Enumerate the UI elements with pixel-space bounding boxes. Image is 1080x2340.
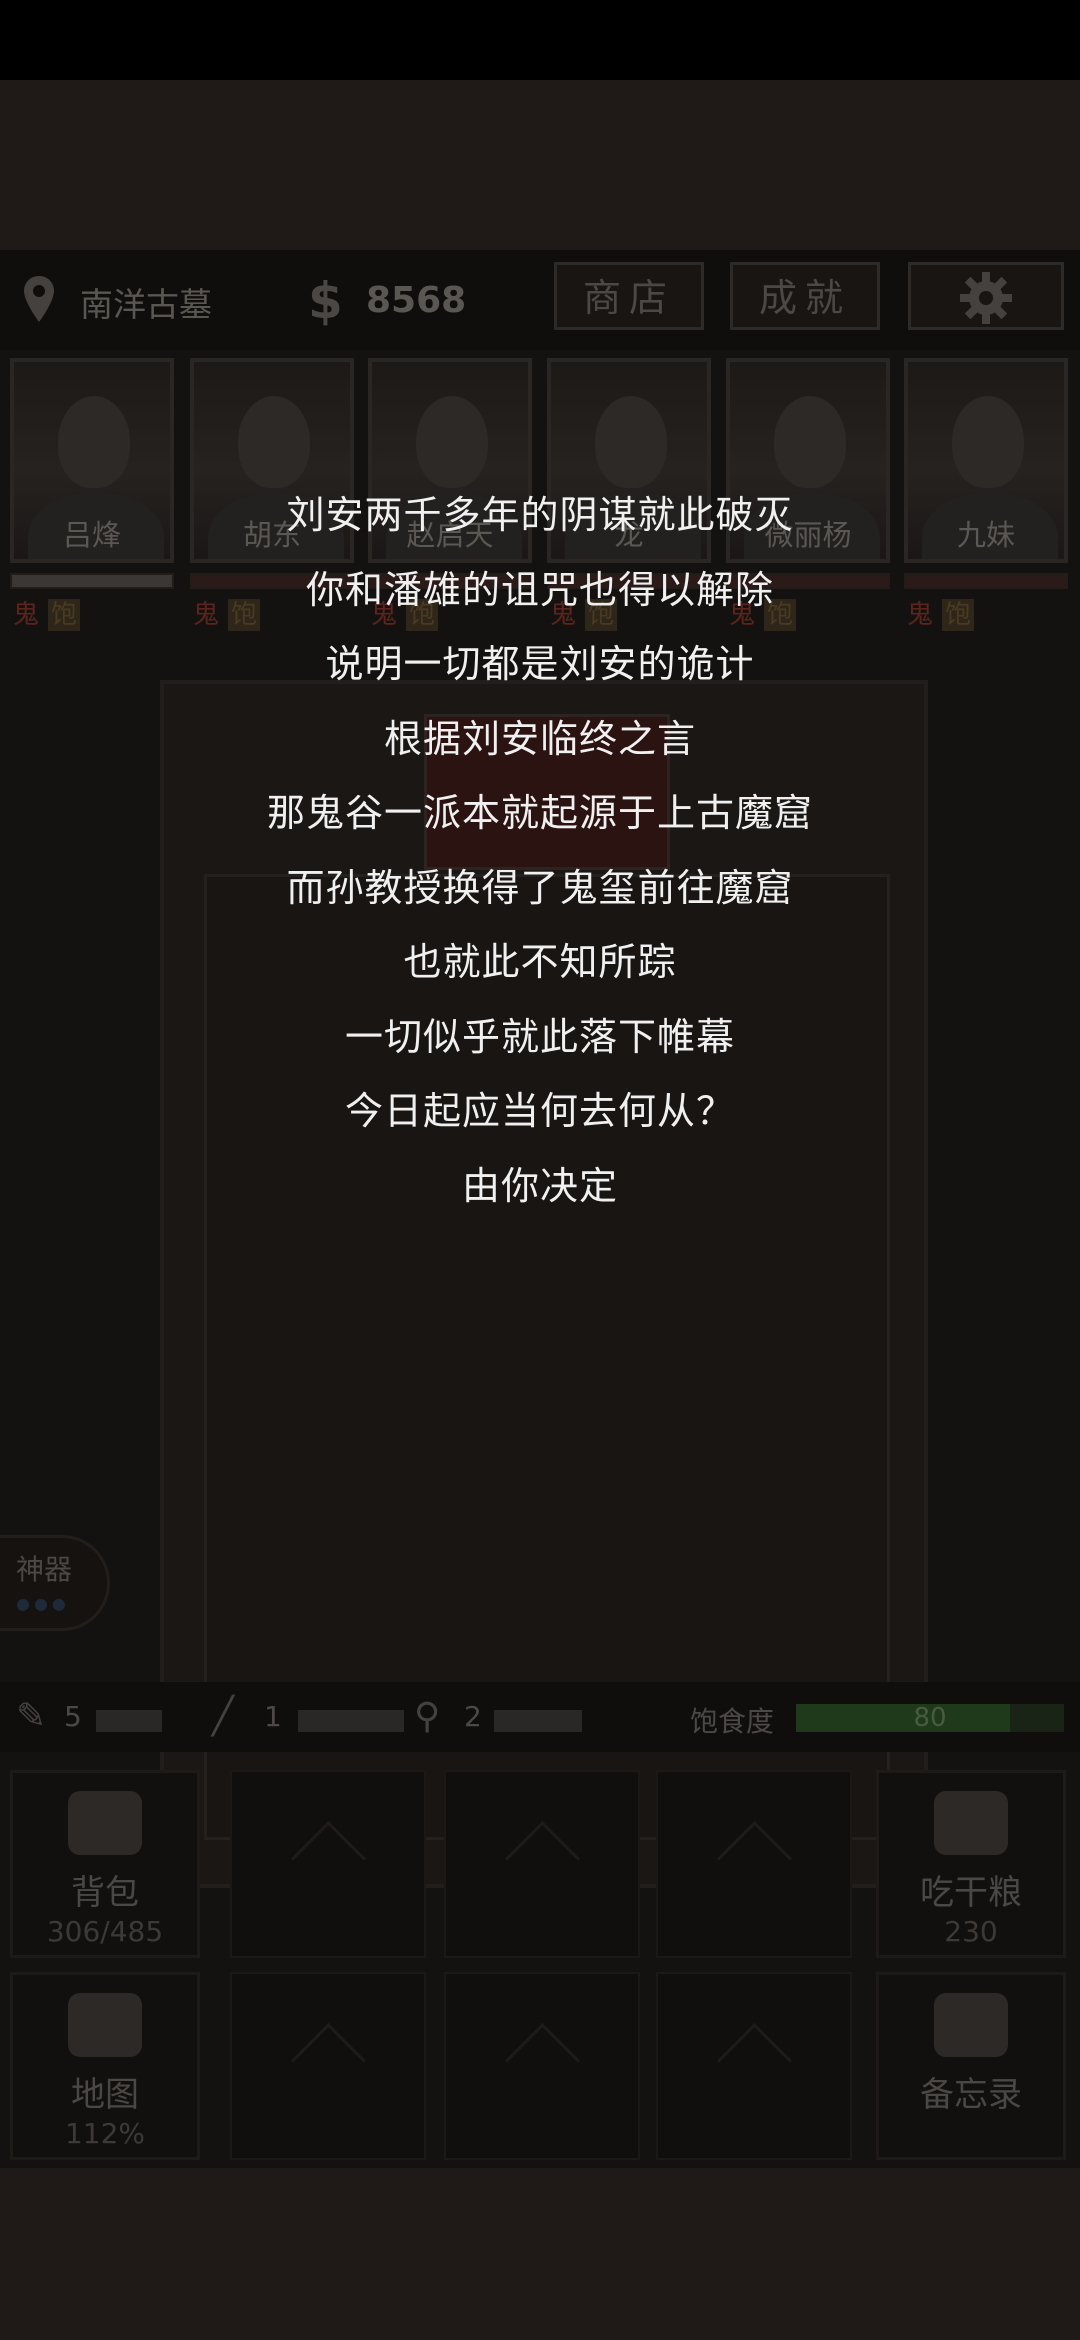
story-line: 由你决定	[461, 1163, 618, 1208]
empty-slot	[230, 1770, 426, 1958]
eat-rations-button[interactable]: 吃干粮 230	[876, 1770, 1066, 1958]
empty-slot	[656, 1770, 852, 1958]
system-top-band	[0, 80, 1080, 250]
tools-row: ✎ 5 ╱ 1 ⚲ 2 饱食度 80	[0, 1682, 1080, 1752]
shovel-bar	[494, 1710, 582, 1732]
map-button[interactable]: 地图 112%	[10, 1972, 200, 2160]
rope-count: 1	[264, 1700, 282, 1733]
story-line: 一切似乎就此落下帷幕	[344, 1014, 735, 1059]
backpack-button[interactable]: 背包 306/485	[10, 1770, 200, 1958]
eat-rations-label: 吃干粮	[920, 1873, 1022, 1913]
location-label: 南洋古墓	[80, 285, 212, 324]
backpack-capacity: 306/485	[46, 1915, 164, 1948]
map-label: 地图	[71, 2075, 139, 2115]
empty-slot	[230, 1972, 426, 2160]
story-line: 而孙教授换得了鬼玺前往魔窟	[286, 865, 794, 910]
rope-icon: ╱	[212, 1696, 234, 1737]
shovel-count: 2	[464, 1700, 482, 1733]
rope-bar	[298, 1710, 404, 1732]
torch-icon: ✎	[16, 1696, 47, 1737]
location-pin-icon	[24, 276, 54, 322]
empty-slot	[444, 1770, 640, 1958]
shop-button[interactable]: 商店	[554, 262, 704, 330]
story-line: 你和潘雄的诅咒也得以解除	[305, 567, 774, 612]
satiety-label: 饱食度	[690, 1705, 775, 1738]
backpack-label: 背包	[71, 1873, 139, 1913]
backpack-icon	[68, 1791, 142, 1855]
money-amount: 8568	[366, 280, 467, 321]
dollar-icon: $	[308, 272, 343, 330]
artifact-label: 神器	[16, 1553, 73, 1586]
map-progress: 112%	[64, 2117, 146, 2150]
story-line: 说明一切都是刘安的诡计	[325, 642, 755, 686]
gear-icon	[960, 272, 1012, 324]
story-text[interactable]: 刘安两千多年的阴谋就此破灭 你和潘雄的诅咒也得以解除 说明一切都是刘安的诡计 根…	[0, 478, 1080, 1223]
rations-icon	[934, 1791, 1008, 1855]
torch-bar	[96, 1710, 162, 1732]
achievement-button[interactable]: 成就	[730, 262, 880, 330]
shovel-icon: ⚲	[414, 1696, 441, 1737]
story-line: 那鬼谷一派本就起源于上古魔窟	[266, 791, 813, 835]
settings-button[interactable]	[908, 262, 1064, 330]
memo-icon	[934, 1993, 1008, 2057]
empty-slot	[444, 1972, 640, 2160]
artifact-dots: ●●●	[16, 1594, 70, 1613]
satiety-bar: 80	[796, 1704, 1064, 1732]
top-bar: 南洋古墓 $ 8568 商店 成就	[0, 250, 1080, 350]
map-icon	[68, 1993, 142, 2057]
rations-count: 230	[944, 1915, 998, 1948]
memo-button[interactable]: 备忘录	[876, 1972, 1066, 2160]
story-line: 根据刘安临终之言	[383, 716, 696, 761]
empty-slot	[656, 1972, 852, 2160]
memo-label: 备忘录	[920, 2075, 1022, 2115]
story-line: 今日起应当何去何从？	[344, 1089, 735, 1133]
system-bottom-band	[0, 2168, 1080, 2340]
story-line: 也就此不知所踪	[403, 940, 677, 984]
satiety-value: 80	[913, 1703, 947, 1733]
artifact-tab[interactable]: 神器 ●●●	[0, 1535, 110, 1631]
torch-count: 5	[64, 1700, 82, 1733]
story-line: 刘安两千多年的阴谋就此破灭	[286, 493, 794, 537]
